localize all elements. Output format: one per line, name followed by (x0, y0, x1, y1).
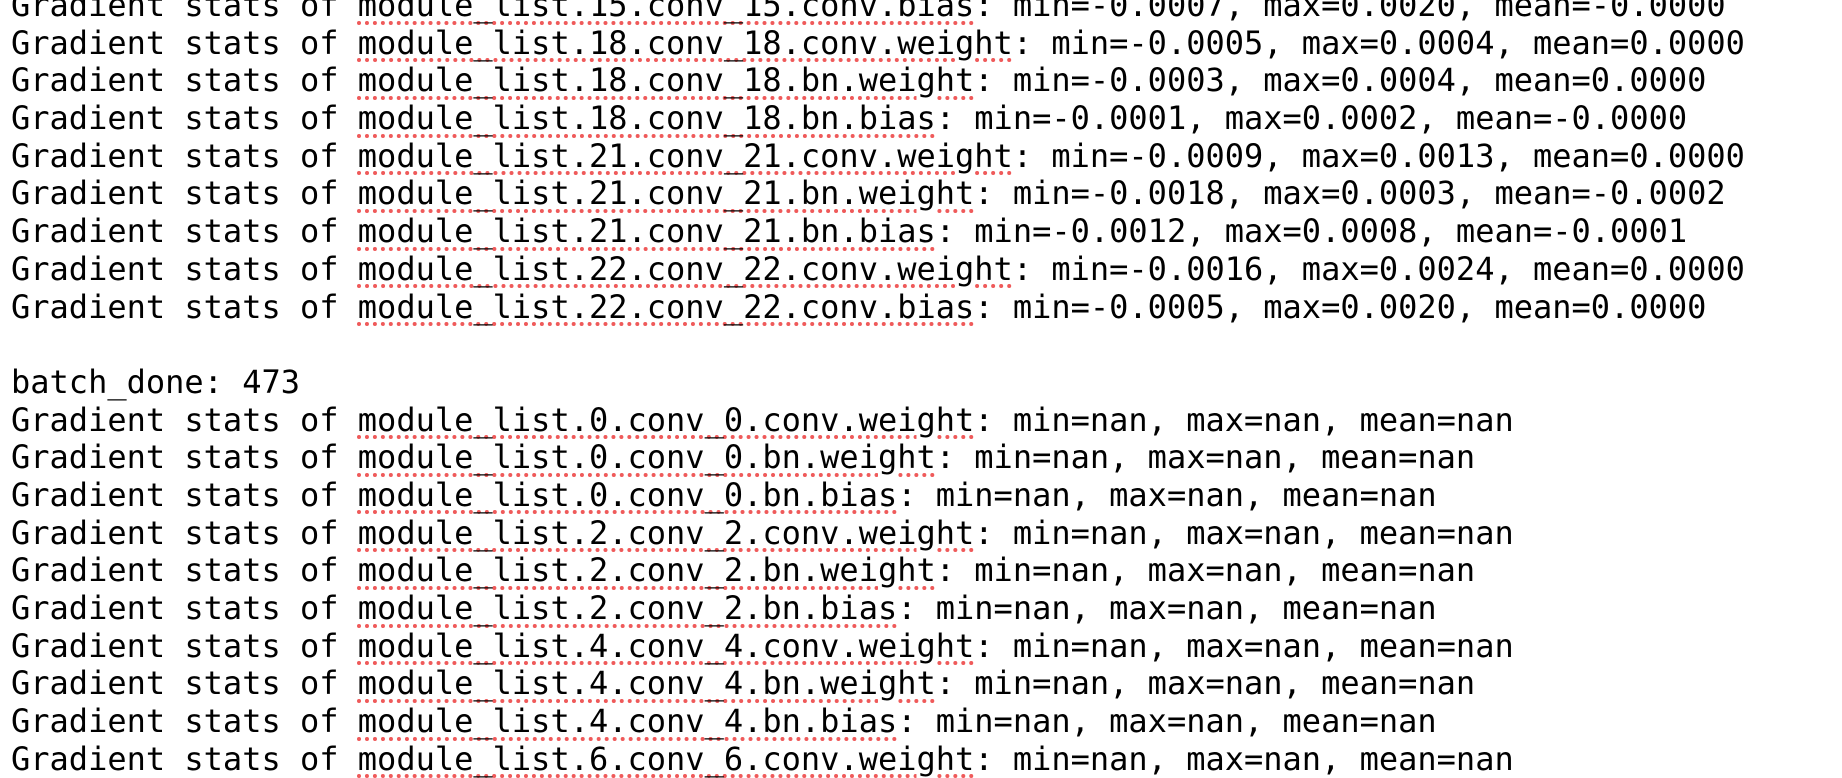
parameter-name: module_list.4.conv_4.bn.weight (357, 664, 936, 703)
gradient-stats-line: Gradient stats of module_list.21.conv_21… (11, 212, 1831, 251)
gradient-stats-line: Gradient stats of module_list.15.conv_15… (11, 0, 1831, 25)
gradient-values: : min=-0.0005, max=0.0020, mean=0.0000 (974, 287, 1707, 326)
parameter-name: module_list.0.conv_0.bn.weight (357, 438, 936, 477)
parameter-name: module_list.6.conv_6.conv.weight (357, 739, 975, 778)
line-prefix: Gradient stats of (11, 400, 358, 439)
gradient-stats-line: Gradient stats of module_list.0.conv_0.c… (11, 400, 1831, 440)
gradient-stats-line: Gradient stats of module_list.6.conv_6.c… (11, 739, 1831, 778)
line-prefix: Gradient stats of (11, 136, 358, 175)
line-prefix: Gradient stats of (11, 249, 358, 288)
parameter-name: module_list.2.conv_2.bn.weight (357, 551, 936, 590)
gradient-values: : min=nan, max=nan, mean=nan (897, 702, 1437, 741)
gradient-stats-line: Gradient stats of module_list.22.conv_22… (11, 287, 1831, 327)
line-prefix: Gradient stats of (11, 664, 358, 703)
gradient-stats-line: Gradient stats of module_list.2.conv_2.c… (11, 513, 1831, 553)
parameter-name: module_list.21.conv_21.bn.weight (357, 174, 975, 213)
gradient-stats-line: Gradient stats of module_list.4.conv_4.c… (11, 626, 1831, 666)
line-prefix: Gradient stats of (11, 702, 358, 741)
line-prefix: Gradient stats of (11, 589, 358, 627)
line-prefix: Gradient stats of (11, 174, 358, 213)
parameter-name: module_list.21.conv_21.conv.weight (357, 136, 1013, 175)
gradient-values: : min=nan, max=nan, mean=nan (935, 664, 1476, 703)
parameter-name: module_list.15.conv_15.conv.bias (357, 0, 975, 24)
parameter-name: module_list.2.conv_2.conv.weight (357, 513, 975, 552)
line-prefix: Gradient stats of (11, 212, 358, 251)
line-prefix: Gradient stats of (11, 626, 358, 665)
parameter-name: module_list.18.conv_18.conv.weight (357, 23, 1013, 62)
parameter-name: module_list.0.conv_0.conv.weight (357, 400, 975, 439)
parameter-name: module_list.18.conv_18.bn.bias (357, 99, 936, 138)
gradient-values: : min=-0.0007, max=0.0020, mean=-0.0000 (974, 0, 1726, 24)
gradient-values: : min=nan, max=nan, mean=nan (974, 626, 1514, 665)
gradient-stats-line: Gradient stats of module_list.0.conv_0.b… (11, 475, 1831, 515)
gradient-values: : min=nan, max=nan, mean=nan (974, 739, 1514, 778)
line-prefix: Gradient stats of (11, 61, 358, 100)
gradient-values: : min=nan, max=nan, mean=nan (935, 551, 1476, 590)
line-prefix: Gradient stats of (11, 99, 358, 138)
gradient-values: : min=nan, max=nan, mean=nan (897, 475, 1437, 514)
line-prefix: Gradient stats of (11, 0, 358, 24)
gradient-stats-line: Gradient stats of module_list.18.conv_18… (11, 23, 1831, 63)
gradient-values: : min=-0.0005, max=0.0004, mean=0.0000 (1012, 23, 1745, 62)
terminal-output: Gradient stats of module_list.15.conv_15… (11, 0, 1831, 778)
gradient-stats-line: Gradient stats of module_list.22.conv_22… (11, 249, 1831, 289)
gradient-stats-line: Gradient stats of module_list.18.conv_18… (11, 99, 1831, 138)
line-prefix: Gradient stats of (11, 287, 358, 326)
gradient-stats-line: Gradient stats of module_list.18.conv_18… (11, 62, 1831, 100)
line-prefix: Gradient stats of (11, 551, 358, 590)
gradient-stats-line: Gradient stats of module_list.2.conv_2.b… (11, 551, 1831, 590)
parameter-name: module_list.22.conv_22.conv.weight (357, 249, 1013, 288)
gradient-stats-line: Gradient stats of module_list.21.conv_21… (11, 175, 1831, 213)
gradient-stats-line: Gradient stats of module_list.4.conv_4.b… (11, 665, 1831, 703)
parameter-name: module_list.21.conv_21.bn.bias (357, 212, 936, 251)
gradient-stats-line: Gradient stats of module_list.4.conv_4.b… (11, 702, 1831, 741)
line-prefix: Gradient stats of (11, 438, 358, 477)
gradient-values: : min=-0.0003, max=0.0004, mean=0.0000 (974, 61, 1707, 100)
parameter-name: module_list.4.conv_4.bn.bias (357, 702, 898, 741)
line-prefix: Gradient stats of (11, 513, 358, 552)
gradient-values: : min=nan, max=nan, mean=nan (974, 513, 1514, 552)
gradient-values: : min=-0.0018, max=0.0003, mean=-0.0002 (974, 174, 1726, 213)
line-prefix: Gradient stats of (11, 739, 358, 778)
line-prefix: Gradient stats of (11, 23, 358, 62)
gradient-values: : min=-0.0001, max=0.0002, mean=-0.0000 (935, 99, 1688, 138)
log-line: batch_done: 473 (11, 362, 300, 401)
gradient-stats-line: Gradient stats of module_list.0.conv_0.b… (11, 438, 1831, 477)
gradient-values: : min=-0.0009, max=0.0013, mean=0.0000 (1012, 136, 1745, 175)
gradient-stats-line: Gradient stats of module_list.2.conv_2.b… (11, 589, 1831, 628)
parameter-name: module_list.0.conv_0.bn.bias (357, 475, 898, 514)
parameter-name: module_list.4.conv_4.conv.weight (357, 626, 975, 665)
parameter-name: module_list.18.conv_18.bn.weight (357, 61, 975, 100)
gradient-values: : min=nan, max=nan, mean=nan (935, 438, 1476, 477)
gradient-values: : min=nan, max=nan, mean=nan (974, 400, 1514, 439)
gradient-values: : min=nan, max=nan, mean=nan (897, 589, 1437, 627)
gradient-values: : min=-0.0016, max=0.0024, mean=0.0000 (1012, 249, 1745, 288)
line-prefix: Gradient stats of (11, 475, 358, 514)
parameter-name: module_list.2.conv_2.bn.bias (357, 589, 898, 627)
gradient-stats-line: Gradient stats of module_list.21.conv_21… (11, 136, 1831, 176)
gradient-values: : min=-0.0012, max=0.0008, mean=-0.0001 (935, 212, 1688, 251)
parameter-name: module_list.22.conv_22.conv.bias (357, 287, 975, 326)
